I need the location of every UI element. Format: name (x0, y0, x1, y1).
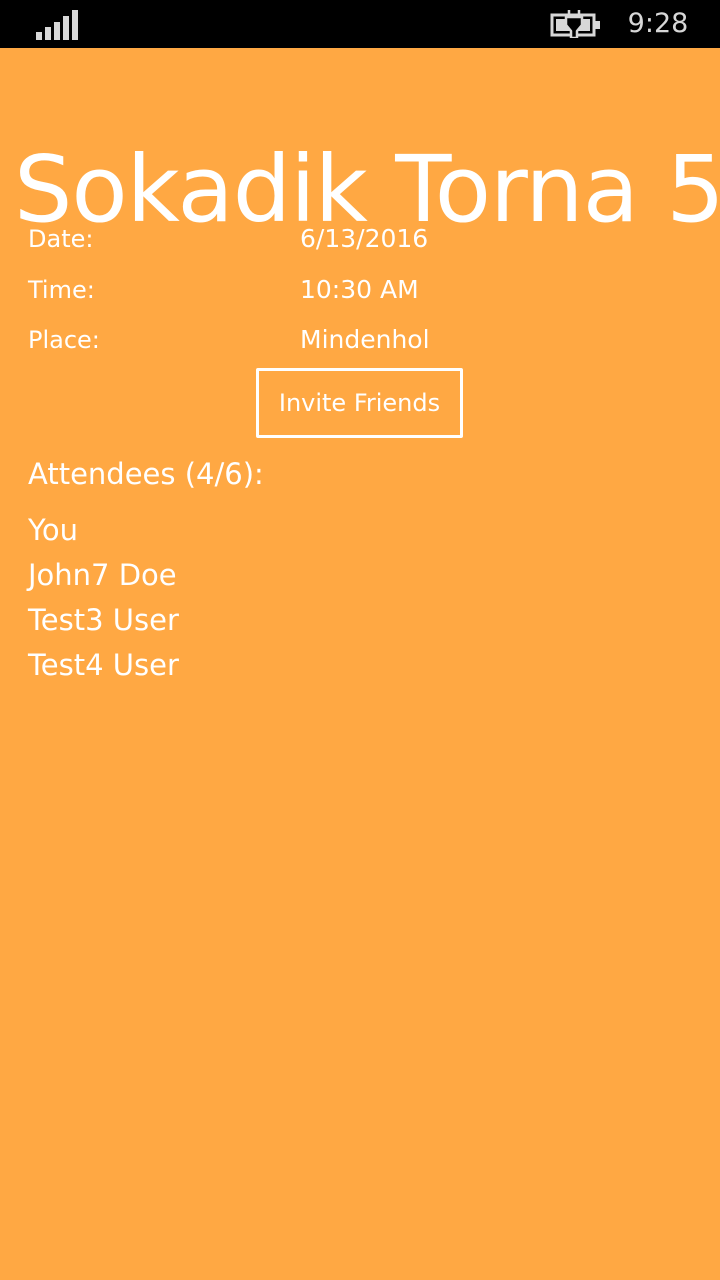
list-item: Test4 User (28, 648, 179, 682)
list-item: Test3 User (28, 603, 179, 637)
time-row: Time: 10:30 AM (28, 269, 688, 320)
time-value: 10:30 AM (300, 274, 419, 304)
signal-strength-icon (36, 10, 78, 40)
status-clock: 9:28 (627, 8, 689, 39)
place-row: Place: Mindenhol (28, 319, 688, 370)
date-row: Date: 6/13/2016 (28, 218, 688, 269)
attendee-list: You John7 Doe Test3 User Test4 User (28, 508, 179, 688)
time-label: Time: (28, 275, 95, 304)
date-value: 6/13/2016 (300, 224, 429, 253)
date-label: Date: (28, 225, 94, 253)
place-value: Mindenhol (300, 325, 430, 354)
place-label: Place: (28, 326, 100, 354)
battery-charging-icon (550, 10, 600, 38)
list-item: You (28, 513, 78, 547)
event-details: Date: 6/13/2016 Time: 10:30 AM Place: Mi… (28, 218, 688, 370)
list-item: John7 Doe (28, 558, 177, 592)
attendees-heading: Attendees (4/6): (28, 457, 264, 491)
invite-friends-button[interactable]: Invite Friends (256, 368, 463, 438)
status-bar: 9:28 (0, 0, 720, 48)
